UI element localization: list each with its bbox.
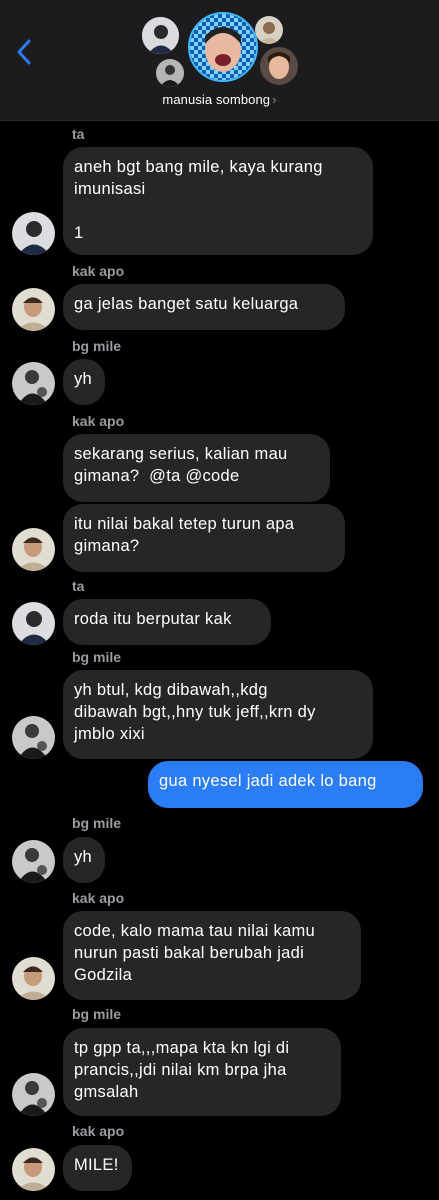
message-bubble[interactable]: yh xyxy=(63,837,105,883)
member-avatar-main xyxy=(188,12,258,82)
sender-name: ta xyxy=(72,126,85,142)
message-list[interactable]: ta aneh bgt bang mile, kaya kurang imuni… xyxy=(0,121,439,1200)
message-bubble[interactable]: code, kalo mama tau nilai kamu nurun pas… xyxy=(63,911,361,1000)
message-bubble[interactable]: tp gpp ta,,,mapa kta kn lgi di prancis,,… xyxy=(63,1028,341,1116)
sender-name: kak apo xyxy=(72,413,125,429)
message-bubble[interactable]: aneh bgt bang mile, kaya kurang imunisas… xyxy=(63,147,373,255)
chevron-right-icon: › xyxy=(272,92,277,107)
member-avatar xyxy=(255,16,283,44)
sender-name: bg mile xyxy=(72,815,122,831)
message-bubble[interactable]: ga jelas banget satu keluarga xyxy=(63,284,345,330)
sender-name: kak apo xyxy=(72,890,125,906)
group-name-link[interactable]: manusia sombong › xyxy=(0,92,439,107)
sender-avatar-bg-mile[interactable] xyxy=(12,1073,55,1116)
sender-name: kak apo xyxy=(72,1123,125,1139)
sender-name: bg mile xyxy=(72,338,122,354)
sender-name: ta xyxy=(72,578,85,594)
message-bubble[interactable]: yh xyxy=(63,359,105,405)
my-message-bubble[interactable]: gua nyesel jadi adek lo bang xyxy=(148,761,423,808)
sender-avatar-bg-mile[interactable] xyxy=(12,362,55,405)
sender-avatar-kak-apo[interactable] xyxy=(12,1148,55,1191)
sender-avatar-ta[interactable] xyxy=(12,212,55,255)
sender-name: kak apo xyxy=(72,263,125,279)
sender-avatar-bg-mile[interactable] xyxy=(12,840,55,883)
message-bubble[interactable]: itu nilai bakal tetep turun apa gimana? xyxy=(63,504,345,572)
message-bubble[interactable]: yh btul, kdg dibawah,,kdg dibawah bgt,,h… xyxy=(63,670,373,759)
sender-avatar-bg-mile[interactable] xyxy=(12,716,55,759)
message-bubble[interactable]: sekarang serius, kalian mau gimana? @ta … xyxy=(63,434,330,502)
sender-avatar-kak-apo[interactable] xyxy=(12,957,55,1000)
sender-name: bg mile xyxy=(72,649,122,665)
sender-avatar-kak-apo[interactable] xyxy=(12,528,55,571)
sender-avatar-ta[interactable] xyxy=(12,602,55,645)
member-avatar xyxy=(142,17,179,54)
sender-avatar-kak-apo[interactable] xyxy=(12,288,55,331)
message-bubble[interactable]: roda itu berputar kak xyxy=(63,599,271,645)
member-avatar xyxy=(260,47,298,85)
group-avatar-cluster[interactable] xyxy=(0,0,439,100)
member-avatar xyxy=(156,59,184,87)
message-bubble[interactable]: MILE! xyxy=(63,1145,132,1191)
chat-header: manusia sombong › xyxy=(0,0,439,121)
group-name: manusia sombong xyxy=(162,92,271,107)
sender-name: bg mile xyxy=(72,1006,122,1022)
